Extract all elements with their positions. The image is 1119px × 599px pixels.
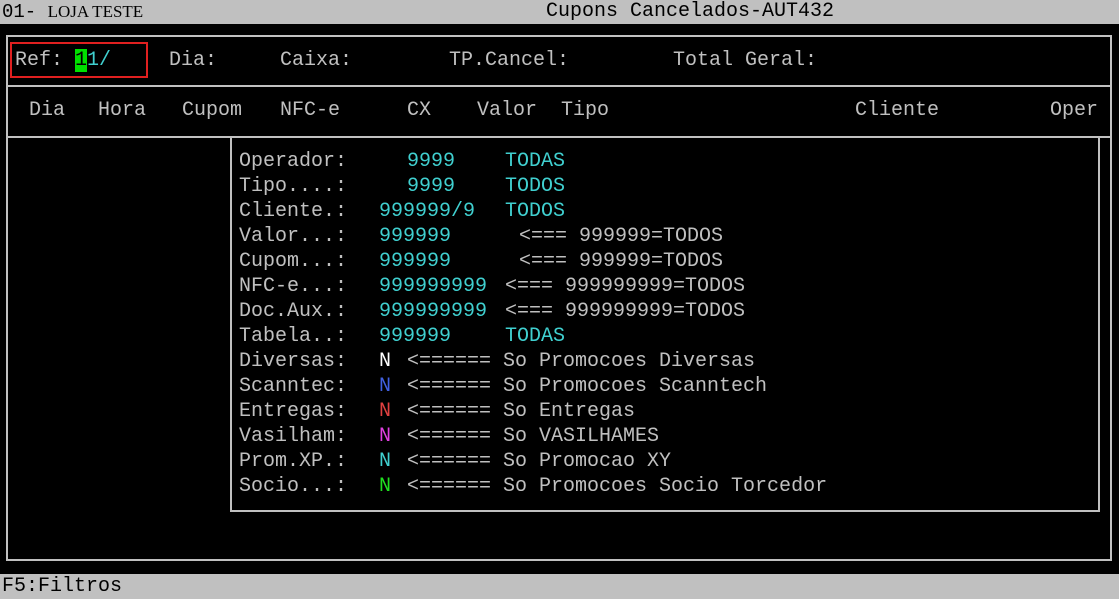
header-divider [6,85,1112,87]
filter-value[interactable]: 999999999 [379,299,487,324]
filter-label: Prom.XP.: [239,450,348,473]
column-header-valor: Valor [477,99,538,122]
filter-note: <====== So Promocoes Diversas [407,350,756,373]
filter-value[interactable]: 999999999 [379,274,487,299]
filter-row-tipo[interactable]: Tipo....: 9999 TODOS [239,174,565,199]
dia-label: Dia: [169,49,218,72]
filter-note: <=== 999999=TODOS [519,250,724,273]
filter-label: Scanntec: [239,375,348,398]
filter-note: TODOS [505,200,566,223]
filter-row-cliente[interactable]: Cliente.: 999999/9 TODOS [239,199,565,224]
filter-note: TODAS [505,150,566,173]
column-header-oper: Oper [1050,99,1099,122]
filter-label: Socio...: [239,475,348,498]
filter-label: Vasilham: [239,425,348,448]
status-bar: F5:Filtros [0,574,1119,599]
filter-note: TODAS [505,325,566,348]
ref-input[interactable]: 11/ [75,49,111,72]
ref-field[interactable]: Ref: 11/ [15,49,111,72]
filter-note: <====== So VASILHAMES [407,425,660,448]
column-header-hora: Hora [98,99,147,122]
column-header-tipo: Tipo [561,99,610,122]
filter-flag[interactable]: N [379,474,391,499]
filter-row-nfce[interactable]: NFC-e...: 999999999 <=== 999999999=TODOS [239,274,745,299]
filter-label: Cliente.: [239,200,348,223]
filter-value[interactable]: 999999 [379,249,451,274]
column-header-cliente: Cliente [855,99,940,122]
filter-row-diversas[interactable]: Diversas: N <====== So Promocoes Diversas [239,349,755,374]
column-header-nfce: NFC-e [280,99,341,122]
filter-row-tabela[interactable]: Tabela..: 999999 TODAS [239,324,565,349]
filter-label: Doc.Aux.: [239,300,348,323]
ref-input-value: 1/ [87,49,112,72]
filter-row-operador[interactable]: Operador: 9999 TODAS [239,149,565,174]
column-header-cx: CX [407,99,432,122]
column-header-dia: Dia [29,99,66,122]
filter-label: Cupom...: [239,250,348,273]
filter-label: Tipo....: [239,175,348,198]
filter-label: Valor...: [239,225,348,248]
filter-flag[interactable]: N [379,349,391,374]
window-title: Cupons Cancelados-AUT432 [546,0,835,23]
f5-filters-hint[interactable]: F5:Filtros [2,574,122,599]
filter-row-entregas[interactable]: Entregas: N <====== So Entregas [239,399,635,424]
filter-note: TODOS [505,175,566,198]
filter-label: Diversas: [239,350,348,373]
column-header-cupom: Cupom [182,99,243,122]
filter-note: <====== So Promocoes Scanntech [407,375,768,398]
filter-row-doc-aux[interactable]: Doc.Aux.: 999999999 <=== 999999999=TODOS [239,299,745,324]
filter-note: <====== So Entregas [407,400,636,423]
text-cursor: 1 [75,49,88,72]
filter-value[interactable]: 9999 [407,174,455,199]
total-geral-label: Total Geral: [673,49,818,72]
store-identifier: 01- LOJA TESTE [2,2,143,22]
store-code: 01- [2,1,37,23]
filter-row-valor[interactable]: Valor...: 999999 <=== 999999=TODOS [239,224,723,249]
filter-label: Tabela..: [239,325,348,348]
filter-row-scanntec[interactable]: Scanntec: N <====== So Promocoes Scanntech [239,374,767,399]
filter-value[interactable]: 9999 [407,149,455,174]
filter-label: Operador: [239,150,348,173]
filter-value[interactable]: 999999 [379,224,451,249]
filter-flag[interactable]: N [379,374,391,399]
ref-label: Ref: [15,49,64,72]
filter-note: <====== So Promocao XY [407,450,672,473]
filter-flag[interactable]: N [379,399,391,424]
store-name: LOJA TESTE [47,2,144,21]
filter-flag[interactable]: N [379,424,391,449]
filter-note: <====== So Promocoes Socio Torcedor [407,475,828,498]
title-bar: 01- LOJA TESTE Cupons Cancelados-AUT432 [0,0,1119,24]
filter-note: <=== 999999999=TODOS [505,275,746,298]
filter-row-cupom[interactable]: Cupom...: 999999 <=== 999999=TODOS [239,249,723,274]
filter-flag[interactable]: N [379,449,391,474]
caixa-label: Caixa: [280,49,353,72]
filter-value[interactable]: 999999/9 [379,199,475,224]
filter-label: NFC-e...: [239,275,348,298]
filter-note: <=== 999999=TODOS [519,225,724,248]
filter-value[interactable]: 999999 [379,324,451,349]
filter-row-vasilham[interactable]: Vasilham: N <====== So VASILHAMES [239,424,659,449]
filter-label: Entregas: [239,400,348,423]
tp-cancel-label: TP.Cancel: [449,49,570,72]
filter-row-prom-xp[interactable]: Prom.XP.: N <====== So Promocao XY [239,449,671,474]
filter-note: <=== 999999999=TODOS [505,300,746,323]
filter-row-socio[interactable]: Socio...: N <====== So Promocoes Socio Tor… [239,474,827,499]
